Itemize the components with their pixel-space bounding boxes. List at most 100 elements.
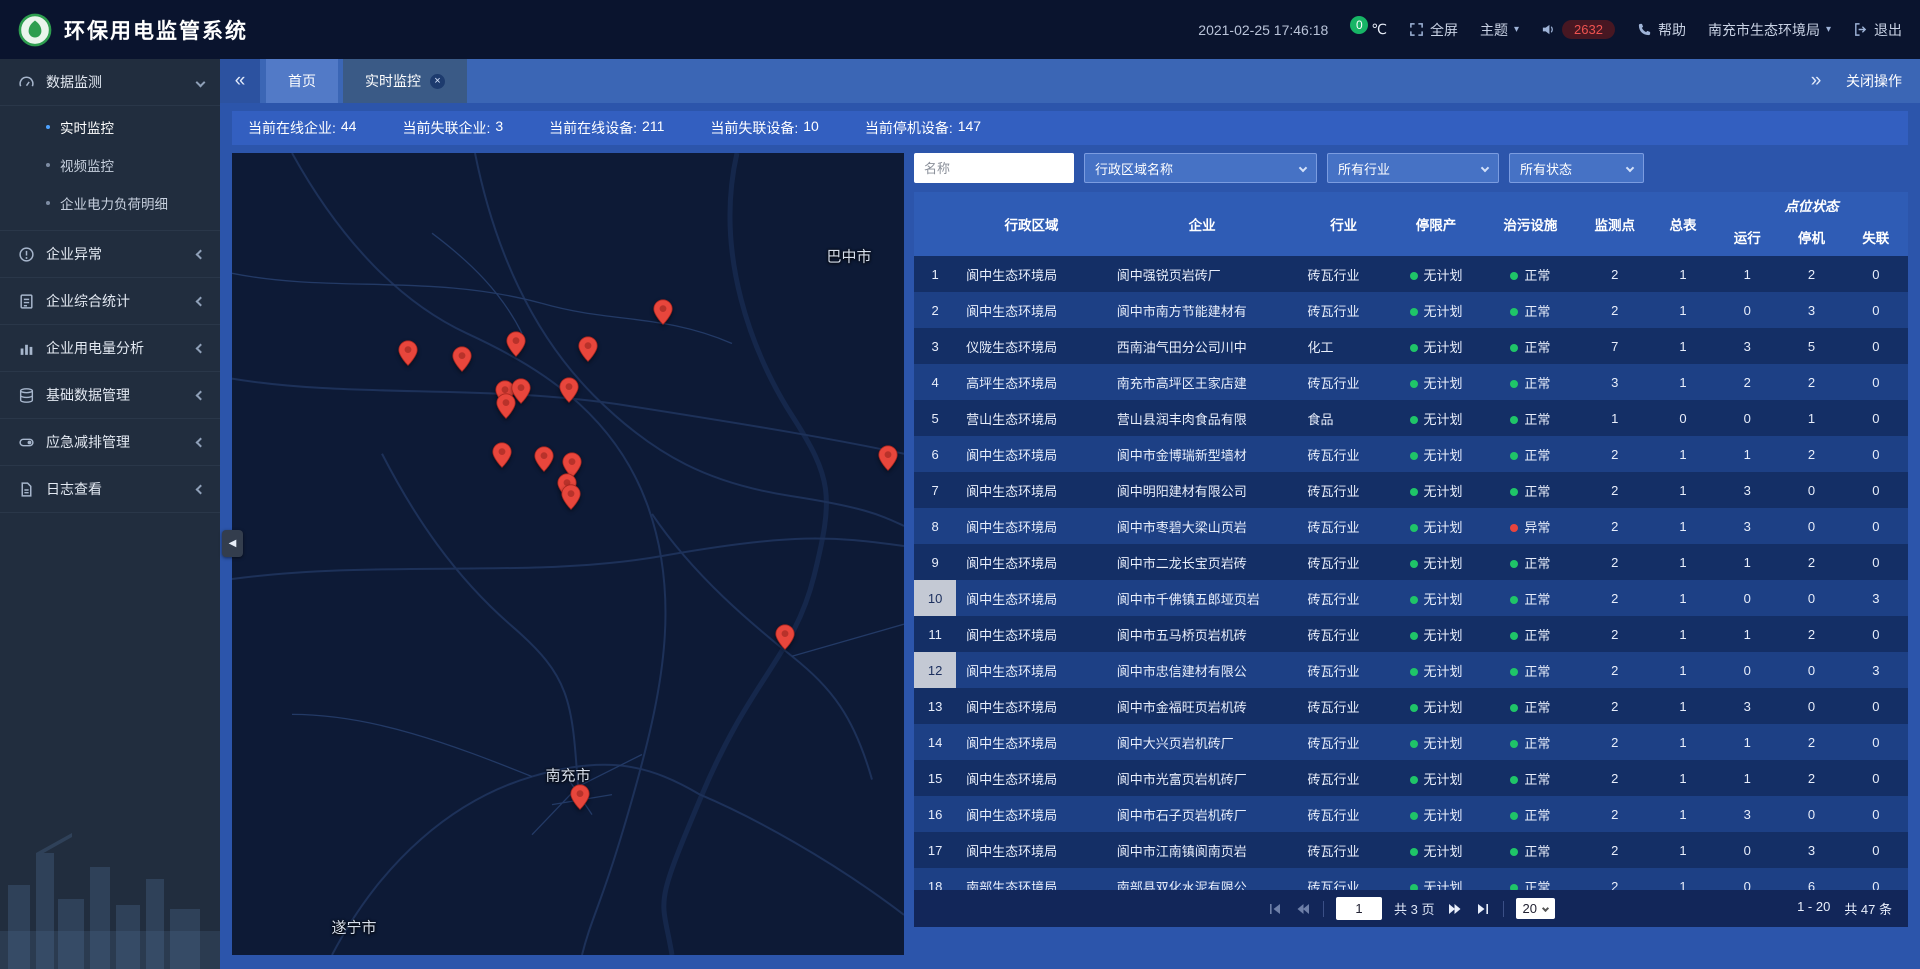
map-pin[interactable] (559, 377, 579, 404)
help-button[interactable]: 帮助 (1637, 20, 1686, 40)
chevron-down-icon: ▾ (1514, 24, 1519, 35)
row-monitor-points: 2 (1579, 724, 1651, 760)
sidebar-item-enterprise-power-load-detail[interactable]: 企业电力负荷明细 (0, 184, 220, 222)
fullscreen-button[interactable]: 全屏 (1409, 20, 1458, 40)
table-row[interactable]: 17阆中生态环境局阆中市江南镇阆南页岩砖瓦行业无计划正常21030 (914, 832, 1908, 868)
status-dot-green (1510, 812, 1518, 820)
temperature-indicator: 0 ℃ (1350, 21, 1387, 39)
status-filter-select[interactable]: 所有状态 (1509, 153, 1644, 183)
table-row[interactable]: 9阆中生态环境局阆中市二龙长宝页岩砖砖瓦行业无计划正常21120 (914, 544, 1908, 580)
map-pin[interactable] (775, 624, 795, 651)
sidebar-item-base-data-management[interactable]: 基础数据管理 (0, 372, 220, 419)
name-filter-input[interactable] (914, 153, 1074, 183)
stats-bar: 当前在线企业:44当前失联企业:3当前在线设备:211当前失联设备:10当前停机… (232, 111, 1908, 145)
row-facility-status: 正常 (1482, 400, 1578, 436)
row-industry: 砖瓦行业 (1298, 652, 1390, 688)
sidebar-item-log-view[interactable]: 日志查看 (0, 466, 220, 513)
map-pin[interactable] (496, 393, 516, 420)
table-row[interactable]: 1阆中生态环境局阆中强锐页岩砖厂砖瓦行业无计划正常21120 (914, 256, 1908, 292)
map-panel[interactable]: 巴中市南充市遂宁市 (232, 153, 904, 955)
table-row[interactable]: 18南部生态环境局南部县双化水泥有限公砖瓦行业无计划正常21060 (914, 868, 1908, 890)
map-pin[interactable] (534, 446, 554, 473)
row-industry: 砖瓦行业 (1298, 364, 1390, 400)
table-row[interactable]: 5营山生态环境局营山县润丰肉食品有限食品无计划正常10010 (914, 400, 1908, 436)
page-size-select[interactable]: 20 (1516, 898, 1555, 919)
industry-filter-select[interactable]: 所有行业 (1327, 153, 1499, 183)
table-header: 行政区域 企业 行业 停限产 治污设施 监测点 总表 点位状态 (914, 192, 1908, 256)
map-pin[interactable] (452, 346, 472, 373)
prev-page-button[interactable] (1295, 901, 1311, 917)
table-row[interactable]: 8阆中生态环境局阆中市枣碧大梁山页岩砖瓦行业无计划异常21300 (914, 508, 1908, 544)
sidebar-item-data-monitoring[interactable]: 数据监测 (0, 59, 220, 106)
tab-realtime-monitoring[interactable]: 实时监控× (343, 59, 467, 103)
sidebar-item-realtime-monitoring[interactable]: 实时监控 (0, 108, 220, 146)
map-pin[interactable] (570, 784, 590, 811)
tab-home[interactable]: 首页 (266, 59, 338, 103)
page-body: 当前在线企业:44当前失联企业:3当前在线设备:211当前失联设备:10当前停机… (220, 103, 1920, 969)
table-row[interactable]: 2阆中生态环境局阆中市南方节能建材有砖瓦行业无计划正常21030 (914, 292, 1908, 328)
next-page-button[interactable] (1447, 901, 1463, 917)
row-seq: 15 (914, 760, 956, 796)
map-pin[interactable] (398, 340, 418, 367)
tab-scroll-right-button[interactable]: » (1796, 70, 1836, 92)
row-monitor-points: 2 (1579, 472, 1651, 508)
theme-menu[interactable]: 主题 ▾ (1480, 20, 1519, 40)
row-lost-count: 0 (1844, 364, 1908, 400)
notification-button[interactable]: 2632 (1541, 20, 1615, 39)
close-icon[interactable]: × (430, 74, 445, 89)
last-page-button[interactable] (1475, 901, 1491, 917)
map-pin[interactable] (878, 445, 898, 472)
table-row[interactable]: 16阆中生态环境局阆中市石子页岩机砖厂砖瓦行业无计划正常21300 (914, 796, 1908, 832)
map-pin[interactable] (653, 299, 673, 326)
logout-button[interactable]: 退出 (1853, 20, 1902, 40)
map-pin[interactable] (506, 331, 526, 358)
org-menu[interactable]: 南充市生态环境局 ▾ (1708, 20, 1831, 40)
table-row[interactable]: 11阆中生态环境局阆中市五马桥页岩机砖砖瓦行业无计划正常21120 (914, 616, 1908, 652)
sidebar-item-emergency-reduction[interactable]: 应急减排管理 (0, 419, 220, 466)
sidebar-item-video-monitoring[interactable]: 视频监控 (0, 146, 220, 184)
status-dot-green (1510, 740, 1518, 748)
status-text: 正常 (1524, 412, 1550, 427)
row-stopped-count: 2 (1779, 616, 1843, 652)
panel-collapse-button[interactable]: ◀ (222, 530, 243, 557)
document-icon (18, 481, 35, 498)
row-facility-status: 正常 (1482, 616, 1578, 652)
close-operations-menu[interactable]: 关闭操作 (1836, 71, 1920, 91)
stat-label: 当前失联设备: (710, 118, 798, 138)
row-facility-status: 正常 (1482, 796, 1578, 832)
row-seq: 1 (914, 256, 956, 292)
status-text: 正常 (1524, 736, 1550, 751)
table-row[interactable]: 4高坪生态环境局南充市高坪区王家店建砖瓦行业无计划正常31220 (914, 364, 1908, 400)
row-total-meters: 1 (1651, 724, 1715, 760)
row-running-count: 0 (1715, 580, 1779, 616)
page-number-input[interactable] (1336, 897, 1382, 920)
status-dot-green (1410, 740, 1418, 748)
map-pin[interactable] (492, 442, 512, 469)
row-region: 阆中生态环境局 (956, 436, 1107, 472)
table-row[interactable]: 3仪陇生态环境局西南油气田分公司川中化工无计划正常71350 (914, 328, 1908, 364)
first-page-button[interactable] (1267, 901, 1283, 917)
table-row[interactable]: 15阆中生态环境局阆中市光富页岩机砖厂砖瓦行业无计划正常21120 (914, 760, 1908, 796)
chevron-left-icon (196, 296, 206, 306)
row-monitor-points: 2 (1579, 688, 1651, 724)
table-row[interactable]: 10阆中生态环境局阆中市千佛镇五郎垭页岩砖瓦行业无计划正常21003 (914, 580, 1908, 616)
sidebar-item-electricity-analysis[interactable]: 企业用电量分析 (0, 325, 220, 372)
row-company: 阆中市金博瑞新型墙材 (1107, 436, 1298, 472)
region-filter-select[interactable]: 行政区域名称 (1084, 153, 1317, 183)
sidebar-item-enterprise-statistics[interactable]: 企业综合统计 (0, 278, 220, 325)
row-monitor-points: 1 (1579, 400, 1651, 436)
tab-scroll-left-button[interactable]: « (220, 59, 260, 103)
table-row[interactable]: 7阆中生态环境局阆中明阳建材有限公司砖瓦行业无计划正常21300 (914, 472, 1908, 508)
map-pin[interactable] (561, 484, 581, 511)
table-row[interactable]: 13阆中生态环境局阆中市金福旺页岩机砖砖瓦行业无计划正常21300 (914, 688, 1908, 724)
gauge-icon (18, 74, 35, 91)
bullet-icon (46, 163, 50, 167)
map-pin[interactable] (578, 336, 598, 363)
table-row[interactable]: 14阆中生态环境局阆中大兴页岩机砖厂砖瓦行业无计划正常21120 (914, 724, 1908, 760)
table-row[interactable]: 12阆中生态环境局阆中市忠信建材有限公砖瓦行业无计划正常21003 (914, 652, 1908, 688)
sidebar-item-enterprise-abnormal[interactable]: 企业异常 (0, 231, 220, 278)
status-dot-green (1510, 776, 1518, 784)
status-dot-green (1510, 632, 1518, 640)
table-row[interactable]: 6阆中生态环境局阆中市金博瑞新型墙材砖瓦行业无计划正常21120 (914, 436, 1908, 472)
row-limit-status: 无计划 (1390, 328, 1482, 364)
